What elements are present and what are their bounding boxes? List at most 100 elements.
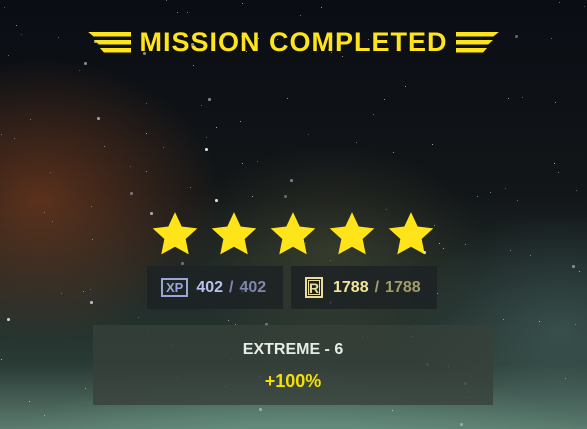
background-star [565,378,567,380]
star-icon [270,212,316,255]
background-star [530,255,532,257]
background-star [259,408,262,411]
background-star [181,262,184,265]
xp-max: 402 [239,278,267,296]
background-star [356,142,358,144]
background-star [443,248,445,250]
background-star [321,7,323,9]
background-star [84,62,87,65]
star-icon [388,212,434,255]
background-star [584,6,586,8]
requisition-current: 1788 [333,278,369,296]
background-star [1,359,3,361]
background-star [79,70,81,72]
background-star [330,260,332,262]
mission-completed-banner: MISSION COMPLETED [0,26,587,58]
requisition-icon: R [305,277,323,298]
star-icon [211,212,257,255]
background-star [187,12,189,14]
background-star [308,134,310,136]
background-star [4,7,6,9]
background-star [146,171,148,173]
background-star [290,179,293,182]
background-star [90,301,93,304]
background-star [85,388,87,390]
background-star [92,239,94,241]
star-icon [329,212,375,255]
background-star [91,206,93,208]
background-star [393,152,395,154]
requisition-reward: R 1788 / 1788 [291,266,437,309]
background-star [90,289,92,291]
background-star [508,98,510,100]
mission-star-rating [150,208,436,260]
background-star [61,293,63,295]
difficulty-panel: EXTREME - 6 +100% [93,325,493,405]
banner-stripes-left-icon [87,31,132,53]
background-star [558,172,560,174]
background-star [505,188,507,190]
background-star [579,271,581,273]
background-star [242,163,244,165]
background-star [193,65,195,67]
background-star [206,137,208,139]
background-star [539,321,541,323]
background-star [44,212,46,214]
background-star [439,243,441,245]
background-star [97,117,100,120]
rewards-row: XP 402 / 402 R 1788 / 1788 [147,266,437,309]
background-star [300,15,302,17]
background-star [1,134,3,136]
background-star [384,99,386,101]
background-star [575,324,577,326]
background-star [554,163,556,165]
background-star [284,195,287,198]
background-star [522,97,524,99]
background-star [215,199,218,202]
background-star [208,98,211,101]
background-star [177,12,179,14]
background-star [52,221,54,223]
background-star [146,103,148,105]
background-star [490,192,492,194]
background-star [166,0,168,2]
background-star [130,166,132,168]
background-star [146,133,148,135]
background-star [83,291,85,293]
background-star [373,114,375,116]
background-star [29,401,31,403]
background-star [252,196,254,198]
background-star [7,318,10,321]
background-star [163,147,165,149]
star-icon [152,212,198,255]
background-star [477,196,479,198]
background-star [201,105,203,107]
background-star [460,423,463,426]
background-star [392,410,394,412]
background-star [555,102,557,104]
background-star [465,244,467,246]
background-star [405,86,407,88]
background-star [190,187,192,189]
banner-stripes-right-icon [455,31,500,53]
background-star [130,192,133,195]
background-star [242,3,244,5]
background-star [572,265,575,268]
requisition-separator: / [374,278,380,296]
background-star [205,148,208,151]
requisition-max: 1788 [385,278,421,296]
difficulty-bonus: +100% [264,371,322,391]
background-star [257,161,259,163]
page-title: MISSION COMPLETED [139,27,448,57]
difficulty-name: EXTREME - 6 [242,341,344,358]
background-star [30,119,32,121]
background-star [432,144,434,146]
background-star [287,98,289,100]
xp-current: 402 [196,278,224,296]
background-star [503,319,505,321]
background-star [14,138,16,140]
background-star [559,2,561,4]
background-star [216,127,218,129]
background-star [576,190,578,192]
background-star [50,172,52,174]
